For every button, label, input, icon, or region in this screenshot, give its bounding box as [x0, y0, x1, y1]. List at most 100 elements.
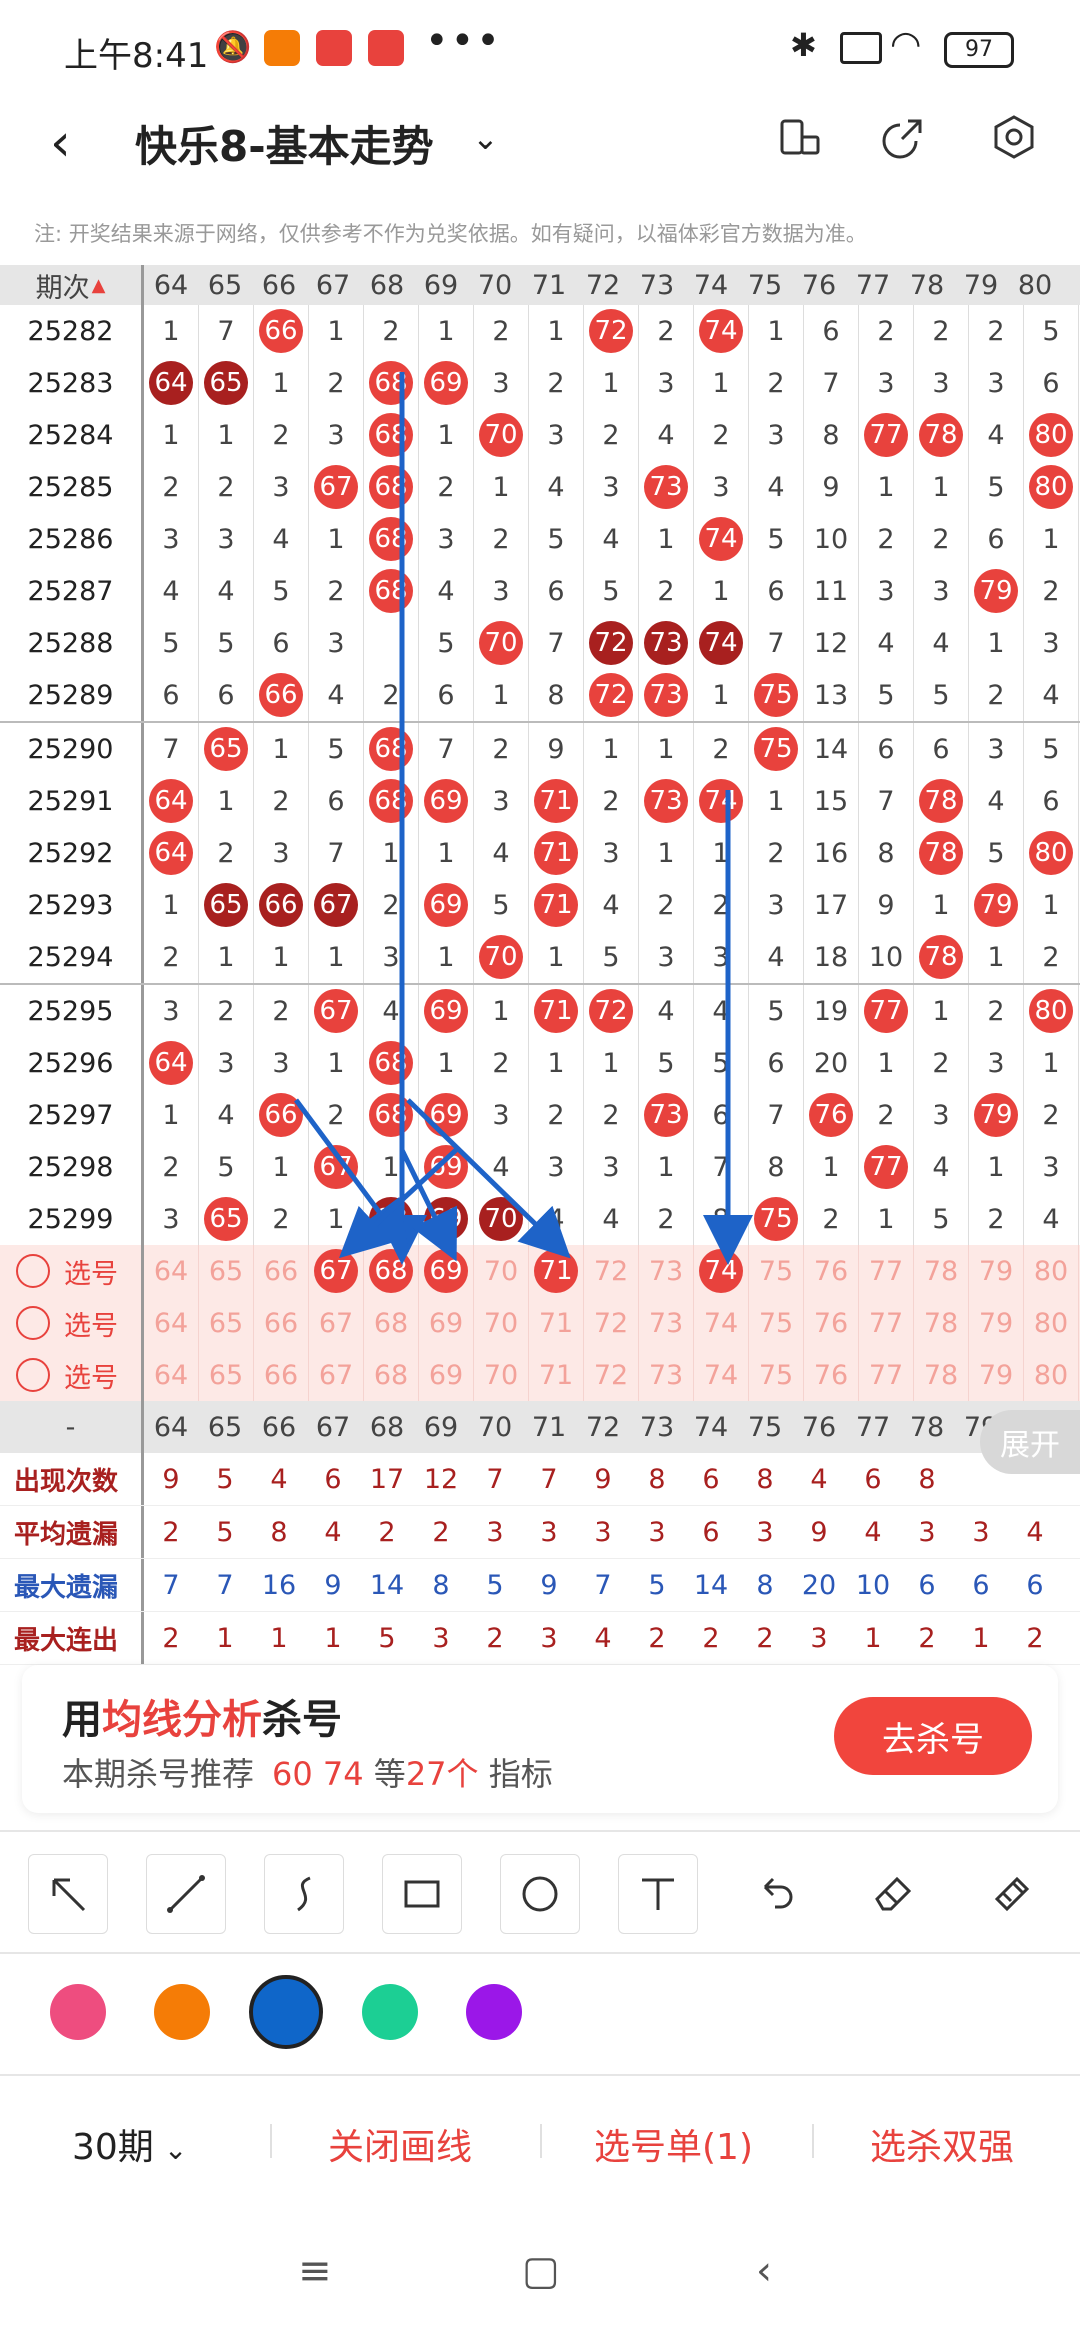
eraser-icon[interactable] — [854, 1854, 932, 1932]
pick-cell[interactable]: 75 — [749, 1245, 804, 1297]
pick-cell[interactable]: 68 — [364, 1297, 419, 1349]
pick-cell[interactable]: 80 — [1024, 1297, 1079, 1349]
pick-cell[interactable]: 69 — [419, 1349, 474, 1401]
pick-cell[interactable]: 77 — [859, 1349, 914, 1401]
pick-cell[interactable]: 74 — [694, 1297, 749, 1349]
back-icon[interactable]: ‹ — [50, 113, 71, 173]
hit-ball: 66 — [259, 673, 303, 717]
pick-cell[interactable]: 71 — [529, 1297, 584, 1349]
pick-cell[interactable]: 73 — [639, 1349, 694, 1401]
stat-value: 9 — [324, 1569, 342, 1601]
pick-cell[interactable]: 70 — [474, 1349, 529, 1401]
pick-cell[interactable]: 78 — [914, 1349, 969, 1401]
pick-cell[interactable]: 79 — [969, 1245, 1024, 1297]
chevron-down-icon[interactable]: ⌄ — [472, 119, 499, 157]
rectangle-tool-icon[interactable] — [382, 1854, 462, 1934]
pick-cell[interactable]: 75 — [749, 1297, 804, 1349]
pick-cell[interactable]: 67 — [309, 1297, 364, 1349]
back-nav-icon[interactable]: ‹ — [756, 2248, 772, 2294]
pick-cell[interactable]: 71 — [529, 1245, 584, 1297]
circle-tool-icon[interactable] — [500, 1854, 580, 1934]
pick-cell[interactable]: 67 — [309, 1245, 364, 1297]
pick-cell[interactable]: 66 — [254, 1349, 309, 1401]
clear-brush-icon[interactable] — [972, 1854, 1050, 1932]
pick-cell[interactable]: 79 — [969, 1297, 1024, 1349]
arrow-tool-icon[interactable] — [28, 1854, 108, 1934]
stat-value: 4 — [810, 1463, 828, 1495]
pick-cell[interactable]: 64 — [144, 1245, 199, 1297]
pick-cell[interactable]: 70 — [474, 1245, 529, 1297]
pick-cell[interactable]: 73 — [639, 1297, 694, 1349]
pick-cell[interactable]: 70 — [474, 1297, 529, 1349]
pick-cell[interactable]: 66 — [254, 1297, 309, 1349]
settings-icon[interactable] — [990, 113, 1038, 161]
pick-cell[interactable]: 78 — [914, 1297, 969, 1349]
period-sort-header[interactable]: 期次 ▲ — [0, 265, 144, 305]
pick-cell[interactable]: 72 — [584, 1297, 639, 1349]
pick-cell[interactable]: 77 — [859, 1297, 914, 1349]
pick-cell[interactable]: 79 — [969, 1349, 1024, 1401]
expand-button[interactable]: 展开 — [980, 1410, 1080, 1474]
pick-cell[interactable]: 65 — [199, 1349, 254, 1401]
color-swatch[interactable] — [249, 1975, 323, 2049]
picked-ball[interactable]: 68 — [369, 1249, 413, 1293]
pick-cell[interactable]: 67 — [309, 1349, 364, 1401]
pick-cell[interactable]: 65 — [199, 1245, 254, 1297]
pick-row-label[interactable]: 选号 — [0, 1297, 144, 1349]
menu-icon[interactable]: ≡ — [298, 2248, 332, 2294]
page-title[interactable]: 快乐8-基本走势 — [135, 113, 434, 174]
pick-list-button[interactable]: 选号单(1) — [594, 2118, 753, 2170]
color-swatch[interactable] — [154, 1984, 210, 2040]
pick-cell[interactable]: 69 — [419, 1245, 474, 1297]
divider — [0, 2074, 1080, 2076]
color-swatch[interactable] — [50, 1984, 106, 2040]
pick-cell[interactable]: 73 — [639, 1245, 694, 1297]
share-icon[interactable] — [880, 113, 928, 161]
pick-cell[interactable]: 72 — [584, 1349, 639, 1401]
text-tool-icon[interactable] — [618, 1854, 698, 1934]
line-tool-icon[interactable] — [146, 1854, 226, 1934]
pick-cell[interactable]: 72 — [584, 1245, 639, 1297]
select-circle-icon[interactable] — [16, 1358, 50, 1392]
pick-cell[interactable]: 76 — [804, 1349, 859, 1401]
pick-cell[interactable]: 80 — [1024, 1245, 1079, 1297]
pick-row-label[interactable]: 选号 — [0, 1245, 144, 1297]
pick-cell[interactable]: 68 — [364, 1245, 419, 1297]
select-circle-icon[interactable] — [16, 1306, 50, 1340]
color-swatch[interactable] — [362, 1984, 418, 2040]
pick-cell[interactable]: 66 — [254, 1245, 309, 1297]
rotate-screen-icon[interactable] — [776, 113, 824, 161]
pick-cell[interactable]: 78 — [914, 1245, 969, 1297]
pick-cell[interactable]: 75 — [749, 1349, 804, 1401]
go-kill-button[interactable]: 去杀号 — [834, 1697, 1032, 1775]
close-drawing-button[interactable]: 关闭画线 — [328, 2118, 472, 2170]
undo-icon[interactable] — [736, 1854, 814, 1932]
pick-cell[interactable]: 64 — [144, 1349, 199, 1401]
pick-cell[interactable]: 65 — [199, 1297, 254, 1349]
pick-cell[interactable]: 74 — [694, 1349, 749, 1401]
picked-ball[interactable]: 67 — [314, 1249, 358, 1293]
picked-ball[interactable]: 69 — [424, 1249, 468, 1293]
pick-cell[interactable]: 76 — [804, 1297, 859, 1349]
picked-ball[interactable]: 71 — [534, 1249, 578, 1293]
pick-cell[interactable]: 68 — [364, 1349, 419, 1401]
grid-cell: 4 — [419, 565, 474, 617]
pick-cell[interactable]: 77 — [859, 1245, 914, 1297]
pick-kill-button[interactable]: 选杀双强 — [870, 2118, 1014, 2170]
pick-cell[interactable]: 80 — [1024, 1349, 1079, 1401]
freehand-tool-icon[interactable] — [264, 1854, 344, 1934]
pick-cell[interactable]: 76 — [804, 1245, 859, 1297]
grid-cell: 1 — [419, 827, 474, 879]
color-swatch[interactable] — [466, 1984, 522, 2040]
pick-cell[interactable]: 74 — [694, 1245, 749, 1297]
home-icon[interactable]: ▢ — [522, 2248, 560, 2294]
pick-row-label[interactable]: 选号 — [0, 1349, 144, 1401]
pick-cell[interactable]: 64 — [144, 1297, 199, 1349]
period-select[interactable]: 30期 ⌄ — [72, 2118, 187, 2170]
pick-cell[interactable]: 71 — [529, 1349, 584, 1401]
select-circle-icon[interactable] — [16, 1254, 50, 1288]
grid-cell: 7 — [859, 775, 914, 827]
pick-cell[interactable]: 69 — [419, 1297, 474, 1349]
picked-ball[interactable]: 74 — [699, 1249, 743, 1293]
grid-cell: 6 — [859, 723, 914, 775]
